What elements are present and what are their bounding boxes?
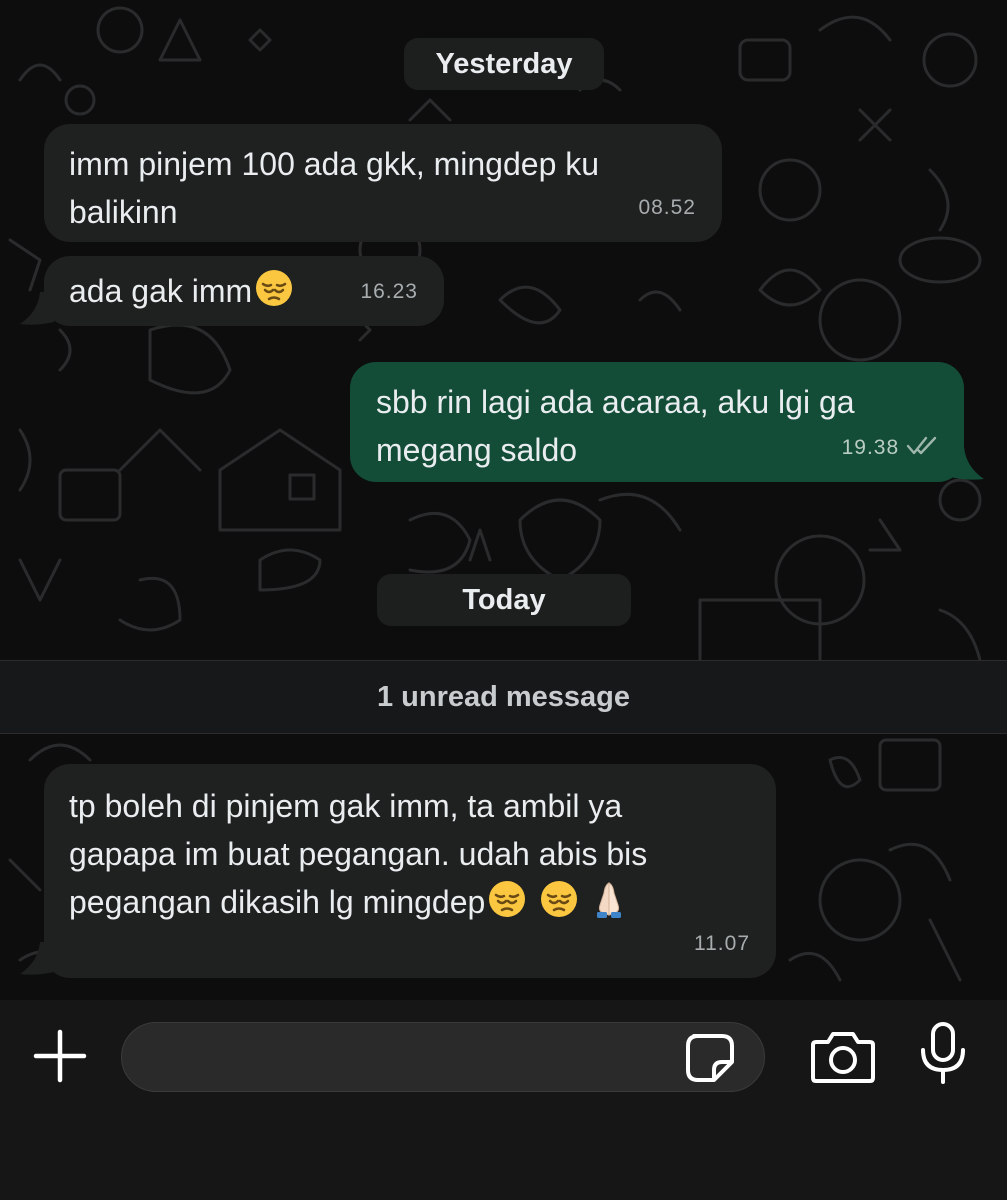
message-input[interactable] — [121, 1022, 765, 1092]
message-text-line: pegangan dikasih lg mingdep — [69, 884, 486, 920]
message-text-line: gapapa im buat pegangan. udah abis bis — [69, 836, 648, 872]
message-meta: 19.38 — [842, 424, 940, 472]
outgoing-message[interactable]: sbb rin lagi ada acaraa, aku lgi ga mega… — [350, 362, 964, 482]
double-check-read-icon — [906, 436, 937, 455]
message-text-line: sbb rin lagi ada acaraa, aku lgi ga — [376, 384, 855, 420]
sticker-icon[interactable] — [684, 1032, 736, 1084]
incoming-message[interactable]: tp boleh di pinjem gak imm, ta ambil ya … — [44, 764, 776, 978]
microphone-icon[interactable] — [916, 1020, 970, 1086]
plus-icon[interactable] — [30, 1026, 90, 1086]
camera-icon[interactable] — [810, 1028, 876, 1084]
folded-hands-icon — [597, 882, 622, 918]
message-text-line: tp boleh di pinjem gak imm, ta ambil ya — [69, 788, 623, 824]
date-label: Yesterday — [435, 48, 573, 80]
date-separator-today: Today — [377, 574, 631, 626]
pensive-face-icon — [256, 270, 293, 306]
message-text-line-with-emoji: pegangan dikasih lg mingdep — [69, 878, 750, 926]
message-timestamp: 11.07 — [694, 932, 750, 955]
message-text-line: imm pinjem 100 ada gkk, mingdep ku — [69, 146, 600, 182]
message-text: ada gak imm — [69, 273, 253, 309]
incoming-message[interactable]: ada gak imm 16.23 — [44, 256, 444, 326]
message-timestamp: 16.23 — [360, 280, 418, 303]
message-timestamp: 08.52 — [638, 196, 696, 219]
unread-messages-divider: 1 unread message — [0, 660, 1007, 734]
message-text-line: balikinn — [69, 194, 178, 230]
chat-area[interactable]: Yesterday imm pinjem 100 ada gkk, mingde… — [0, 0, 1007, 1000]
unread-label: 1 unread message — [376, 681, 631, 713]
date-label: Today — [462, 584, 546, 616]
incoming-message[interactable]: imm pinjem 100 ada gkk, mingdep ku balik… — [44, 124, 722, 242]
message-timestamp: 19.38 — [841, 436, 900, 459]
pensive-face-icon — [489, 881, 526, 917]
pensive-face-icon — [541, 881, 578, 917]
date-separator-yesterday: Yesterday — [404, 38, 604, 90]
